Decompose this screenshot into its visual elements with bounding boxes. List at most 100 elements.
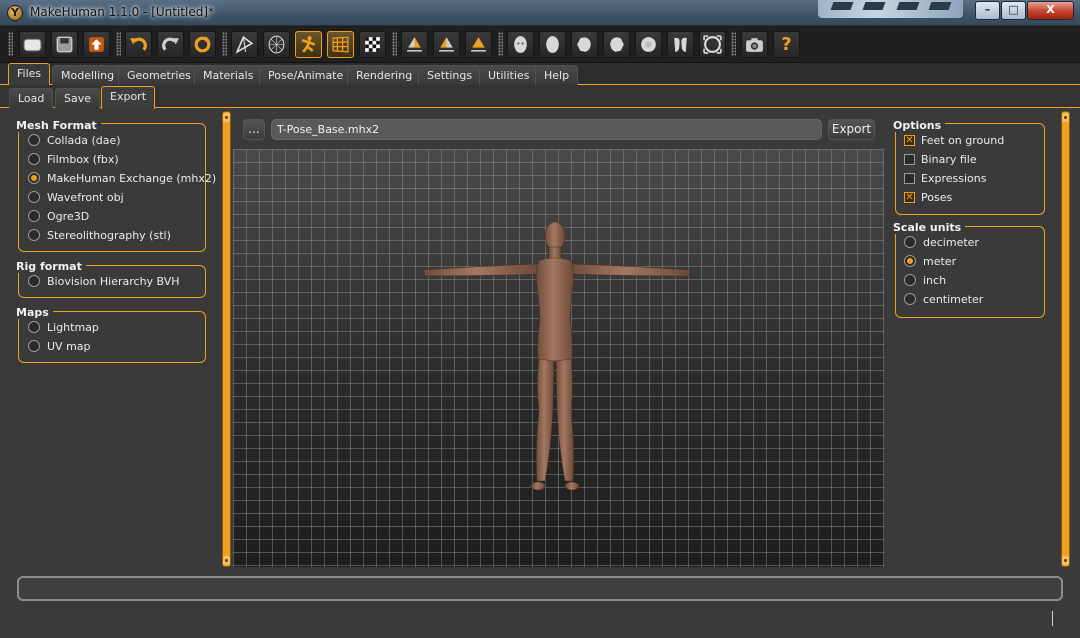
radio-indicator[interactable]: [28, 191, 40, 203]
back-view-icon[interactable]: [539, 31, 566, 58]
app-logo-icon: [7, 5, 23, 21]
subtab-export[interactable]: Export: [101, 86, 156, 109]
screenshot-icon[interactable]: [741, 31, 768, 58]
left-view-icon[interactable]: [571, 31, 598, 58]
radio-indicator[interactable]: [28, 153, 40, 165]
radio-indicator[interactable]: [28, 229, 40, 241]
redo-icon[interactable]: [157, 31, 184, 58]
mesh-format-option-stl[interactable]: Stereolithography (stl): [28, 226, 171, 244]
checker-icon[interactable]: [359, 31, 386, 58]
browse-button[interactable]: ...: [243, 119, 265, 140]
toolbar-grip[interactable]: [116, 32, 121, 56]
title-bar: MakeHuman 1.1.0 - [Untitled]* – □ X: [0, 0, 1080, 26]
right-panel-scrollbar[interactable]: [1061, 111, 1070, 567]
symmetry-left-icon[interactable]: [433, 31, 460, 58]
option-label: inch: [923, 273, 947, 287]
scale-unit-inch[interactable]: inch: [904, 271, 946, 289]
toolbar-grip[interactable]: [392, 32, 397, 56]
tab-materials[interactable]: Materials: [194, 65, 263, 85]
undo-icon[interactable]: [125, 31, 152, 58]
right-view-icon[interactable]: [603, 31, 630, 58]
help-icon[interactable]: ?: [773, 31, 800, 58]
mesh-format-option-collada[interactable]: Collada (dae): [28, 131, 121, 149]
radio-indicator[interactable]: [28, 321, 40, 333]
radio-indicator[interactable]: [904, 274, 916, 286]
window-title: MakeHuman 1.1.0 - [Untitled]*: [30, 5, 215, 19]
export-icon[interactable]: [83, 31, 110, 58]
reset-icon[interactable]: [189, 31, 216, 58]
export-filename-field[interactable]: T-Pose_Base.mhx2: [271, 119, 822, 140]
mesh-format-option-obj[interactable]: Wavefront obj: [28, 188, 124, 206]
bottom-view-icon[interactable]: [667, 31, 694, 58]
option-feet-on-ground[interactable]: ✕ Feet on ground: [904, 131, 1004, 149]
toolbar-grip[interactable]: [8, 32, 13, 56]
export-button[interactable]: Export: [828, 119, 875, 140]
smooth-icon[interactable]: [231, 31, 258, 58]
radio-indicator[interactable]: [28, 134, 40, 146]
grid-icon[interactable]: [327, 31, 354, 58]
tab-pose-animate[interactable]: Pose/Animate: [259, 65, 353, 85]
mesh-format-option-ogre3d[interactable]: Ogre3D: [28, 207, 89, 225]
option-expressions[interactable]: Expressions: [904, 169, 986, 187]
scrollbar-top-handle[interactable]: [1062, 113, 1069, 122]
scale-unit-meter[interactable]: meter: [904, 252, 956, 270]
taskbar-preview-decoration: [818, 0, 963, 18]
tab-modelling[interactable]: Modelling: [52, 65, 124, 85]
radio-indicator[interactable]: [904, 236, 916, 248]
maximize-button[interactable]: □: [1001, 1, 1026, 20]
mesh-format-option-mhx2[interactable]: MakeHuman Exchange (mhx2): [28, 169, 216, 187]
new-file-icon[interactable]: [19, 31, 46, 58]
scale-unit-decimeter[interactable]: decimeter: [904, 233, 979, 251]
tab-geometries[interactable]: Geometries: [118, 65, 200, 85]
front-view-icon[interactable]: [507, 31, 534, 58]
option-poses[interactable]: ✕ Poses: [904, 188, 952, 206]
tab-rendering[interactable]: Rendering: [347, 65, 422, 85]
checkbox-checked[interactable]: ✕: [904, 134, 915, 146]
scale-unit-centimeter[interactable]: centimeter: [904, 290, 983, 308]
rig-format-option-bvh[interactable]: Biovision Hierarchy BVH: [28, 272, 180, 290]
radio-indicator-selected[interactable]: [28, 172, 40, 184]
reset-camera-icon[interactable]: [699, 31, 726, 58]
subtab-load[interactable]: Load: [9, 88, 54, 108]
close-button[interactable]: X: [1027, 1, 1074, 20]
3d-viewport[interactable]: [233, 149, 884, 567]
mesh-format-option-fbx[interactable]: Filmbox (fbx): [28, 150, 119, 168]
option-label: Poses: [921, 190, 953, 204]
toolbar-grip[interactable]: [731, 32, 736, 56]
main-tab-bar: Files Modelling Geometries Materials Pos…: [0, 63, 1080, 86]
wireframe-icon[interactable]: [263, 31, 290, 58]
option-label: Wavefront obj: [47, 190, 124, 204]
radio-indicator[interactable]: [28, 340, 40, 352]
save-icon[interactable]: [51, 31, 78, 58]
toolbar-grip[interactable]: [498, 32, 503, 56]
option-label: Ogre3D: [47, 209, 90, 223]
minimize-button[interactable]: –: [975, 1, 1000, 20]
top-view-icon[interactable]: [635, 31, 662, 58]
option-binary-file[interactable]: Binary file: [904, 150, 977, 168]
checkbox[interactable]: [904, 172, 915, 184]
radio-indicator[interactable]: [28, 275, 40, 287]
radio-indicator[interactable]: [904, 293, 916, 305]
tab-utilities[interactable]: Utilities: [479, 65, 539, 85]
maps-option-lightmap[interactable]: Lightmap: [28, 318, 99, 336]
export-panel: Mesh Format Collada (dae) Filmbox (fbx) …: [0, 109, 1080, 638]
tab-help[interactable]: Help: [535, 65, 579, 85]
checkbox-checked[interactable]: ✕: [904, 191, 915, 203]
scrollbar-top-handle[interactable]: [223, 113, 230, 122]
radio-indicator[interactable]: [28, 210, 40, 222]
sub-tab-bar: Load Save Export: [0, 85, 1080, 109]
symmetry-icon[interactable]: [465, 31, 492, 58]
tab-files[interactable]: Files: [8, 63, 51, 86]
scrollbar-bottom-handle[interactable]: [223, 556, 230, 565]
symmetry-right-icon[interactable]: [401, 31, 428, 58]
option-label: Biovision Hierarchy BVH: [47, 274, 180, 288]
subtab-save[interactable]: Save: [55, 88, 101, 108]
radio-indicator-selected[interactable]: [904, 255, 916, 267]
tab-settings[interactable]: Settings: [418, 65, 482, 85]
pose-icon[interactable]: [295, 31, 322, 58]
checkbox[interactable]: [904, 153, 915, 165]
left-panel-scrollbar[interactable]: [222, 111, 231, 567]
toolbar-grip[interactable]: [222, 32, 227, 56]
maps-option-uvmap[interactable]: UV map: [28, 337, 91, 355]
scrollbar-bottom-handle[interactable]: [1062, 556, 1069, 565]
